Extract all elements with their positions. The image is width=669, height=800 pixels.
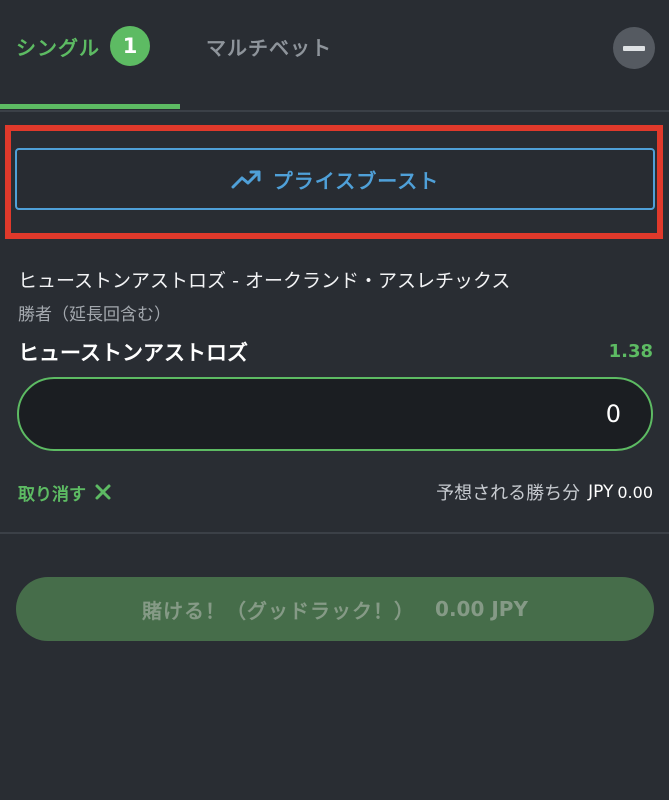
trending-up-icon <box>231 170 261 189</box>
bet-type-tabs: シングル 1 マルチベット <box>0 0 669 112</box>
winnings-currency: JPY <box>588 482 614 502</box>
potential-winnings: 予想される勝ち分 JPY 0.00 <box>436 478 653 506</box>
divider <box>0 532 669 534</box>
place-bet-label: 賭ける！（グッドラック！） <box>142 598 416 623</box>
winnings-value: 0.00 <box>617 482 653 502</box>
winnings-label: 予想される勝ち分 <box>436 483 581 504</box>
match-name: ヒューストンアストロズ - オークランド・アスレチックス <box>18 270 511 292</box>
tab-multi[interactable]: マルチベット <box>206 30 332 62</box>
selection-count-badge: 1 <box>110 26 150 66</box>
tab-single[interactable]: シングル 1 <box>16 26 150 66</box>
place-bet-amount: 0.00 JPY <box>435 597 528 621</box>
selection-name: ヒューストンアストロズ <box>18 341 248 365</box>
collapse-button[interactable] <box>613 27 655 69</box>
active-tab-indicator <box>0 104 180 109</box>
tab-single-label: シングル <box>16 35 100 60</box>
close-icon <box>95 484 111 500</box>
cancel-button[interactable]: 取り消す <box>18 478 112 506</box>
place-bet-button[interactable]: 賭ける！（グッドラック！） 0.00 JPY <box>16 577 654 641</box>
stake-input[interactable] <box>17 377 653 451</box>
price-boost-button[interactable]: プライスブースト <box>15 148 655 210</box>
minus-icon <box>623 45 645 51</box>
odds-value: 1.38 <box>608 341 653 362</box>
market-name: 勝者（延長回含む） <box>18 305 171 325</box>
price-boost-label: プライスブースト <box>272 168 440 193</box>
bet-slip: シングル 1 マルチベット プライスブースト ヒューストンアストロズ - オーク… <box>0 0 669 800</box>
cancel-label: 取り消す <box>18 484 86 505</box>
